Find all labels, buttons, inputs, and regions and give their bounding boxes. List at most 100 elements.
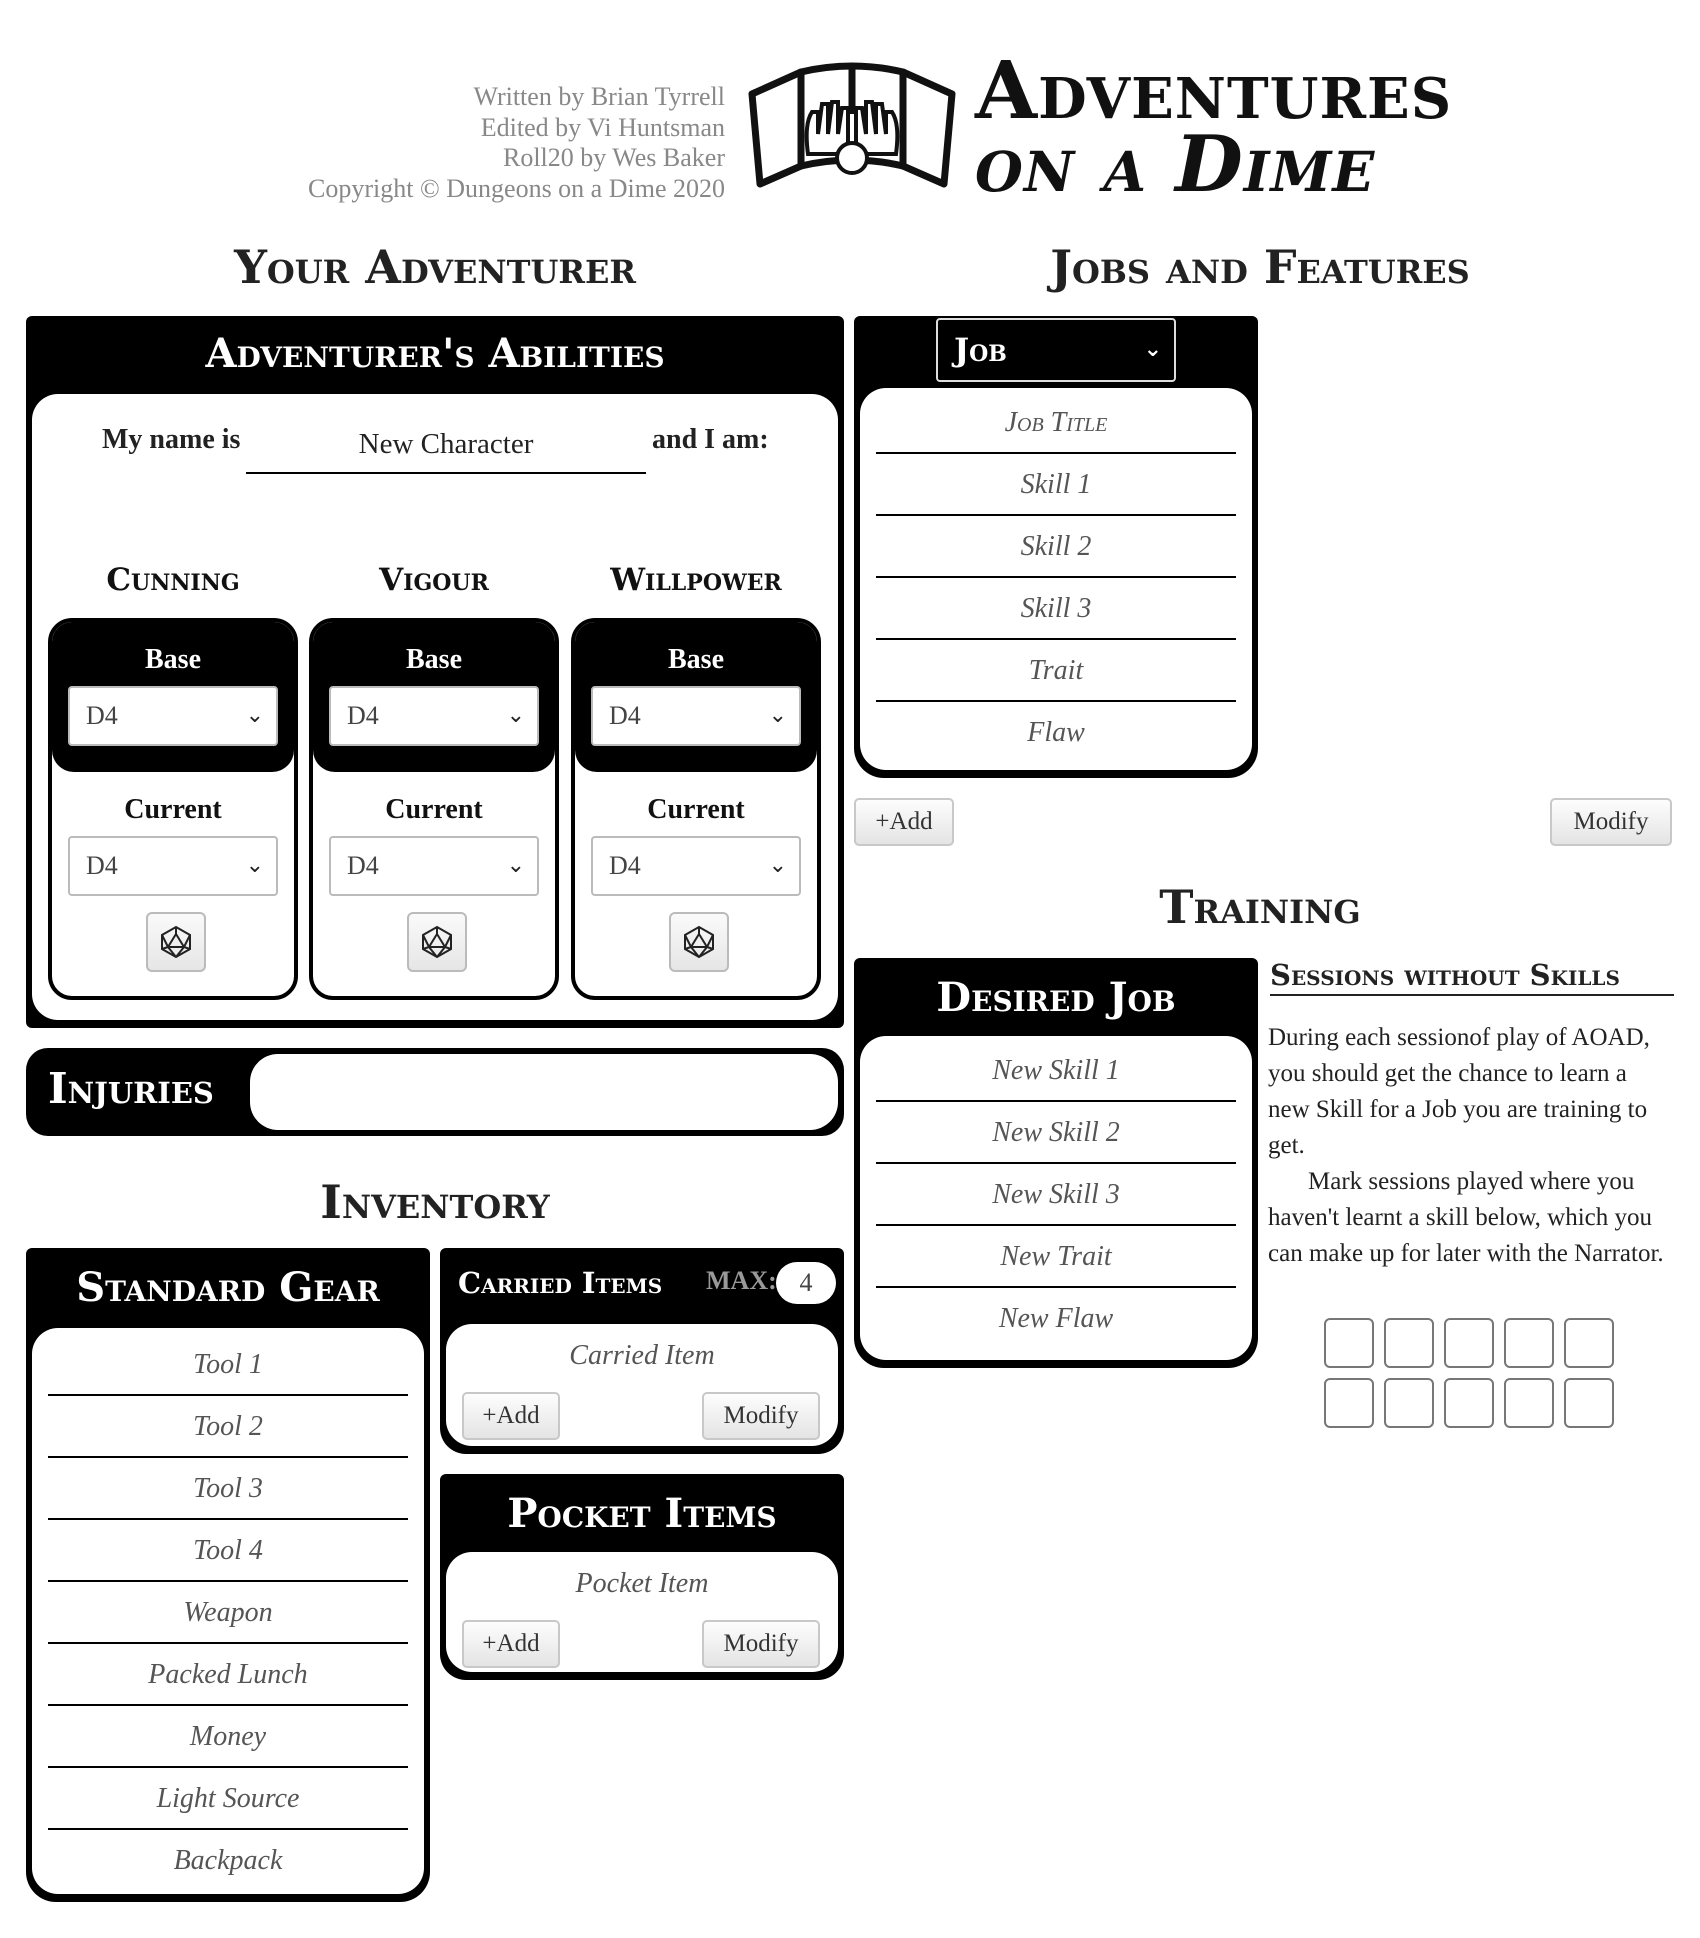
credit-line: Edited by Vi Huntsman xyxy=(480,112,725,142)
new-skill-row[interactable]: New Skill 1 xyxy=(876,1040,1236,1102)
gear-item[interactable]: Tool 1 xyxy=(48,1334,408,1396)
carried-items-panel: Carried Items MAX: 4 Carried Item +Add M… xyxy=(440,1248,844,1454)
job-skill-row[interactable]: Skill 2 xyxy=(876,516,1236,578)
job-skill-row[interactable]: Skill 3 xyxy=(876,578,1236,640)
gear-item[interactable]: Tool 2 xyxy=(48,1396,408,1458)
desired-job-list: New Skill 1 New Skill 2 New Skill 3 New … xyxy=(860,1036,1252,1360)
name-suffix: and I am: xyxy=(652,424,769,455)
gear-item[interactable]: Weapon xyxy=(48,1582,408,1644)
open-book-hands-icon xyxy=(746,54,958,194)
gear-item[interactable]: Backpack xyxy=(48,1830,408,1892)
chevron-down-icon: ⌄ xyxy=(768,703,787,728)
job-add-button[interactable]: +Add xyxy=(854,798,954,846)
job-select-value: Job xyxy=(954,331,1007,369)
job-select[interactable]: Job ⌄ xyxy=(936,318,1176,382)
carried-add-button[interactable]: +Add xyxy=(462,1392,560,1440)
brand-title: Adventures on a Dime xyxy=(975,50,1452,204)
job-list: Job Title Skill 1 Skill 2 Skill 3 Trait … xyxy=(860,388,1252,770)
session-checkbox[interactable] xyxy=(1564,1318,1614,1368)
injuries-label: Injuries xyxy=(48,1064,214,1113)
d20-icon xyxy=(161,925,191,959)
abilities-body: My name is New Character and I am: Cunni… xyxy=(32,394,838,1020)
max-carried-input[interactable]: 4 xyxy=(776,1262,836,1304)
willpower-roll-button[interactable] xyxy=(669,912,729,972)
gear-item[interactable]: Tool 3 xyxy=(48,1458,408,1520)
vigour-roll-button[interactable] xyxy=(407,912,467,972)
brand-line-1: Adventures xyxy=(975,43,1453,137)
standard-gear-panel: Standard Gear Tool 1 Tool 2 Tool 3 Tool … xyxy=(26,1248,430,1902)
abilities-panel: Adventurer's Abilities My name is New Ch… xyxy=(26,316,844,1028)
sessions-description: During each sessionof play of AOAD, you … xyxy=(1268,1020,1674,1272)
pocket-add-button[interactable]: +Add xyxy=(462,1620,560,1668)
chevron-down-icon: ⌄ xyxy=(506,853,525,878)
select-value: D4 xyxy=(609,851,641,880)
carried-item[interactable]: Carried Item xyxy=(446,1340,838,1372)
standard-gear-list: Tool 1 Tool 2 Tool 3 Tool 4 Weapon Packe… xyxy=(32,1328,424,1894)
job-trait-row[interactable]: Trait xyxy=(876,640,1236,702)
session-checkbox[interactable] xyxy=(1384,1318,1434,1368)
stat-title-cunning: Cunning xyxy=(106,562,240,598)
gear-item[interactable]: Packed Lunch xyxy=(48,1644,408,1706)
chevron-down-icon: ⌄ xyxy=(768,853,787,878)
credit-line: Roll20 by Wes Baker xyxy=(502,143,725,172)
carried-modify-button[interactable]: Modify xyxy=(702,1392,820,1440)
vigour-current-select[interactable]: D4 ⌄ xyxy=(329,836,539,896)
stat-card-vigour: Base D4 ⌄ Current D4 ⌄ xyxy=(309,618,559,1000)
session-checkbox[interactable] xyxy=(1564,1378,1614,1428)
vigour-base-select[interactable]: D4 ⌄ xyxy=(329,686,539,746)
new-flaw-row[interactable]: New Flaw xyxy=(876,1288,1236,1350)
session-checkbox[interactable] xyxy=(1324,1378,1374,1428)
job-modify-button[interactable]: Modify xyxy=(1550,798,1672,846)
session-checkbox[interactable] xyxy=(1324,1318,1374,1368)
pocket-items-title: Pocket Items xyxy=(507,1490,777,1537)
chevron-down-icon: ⌄ xyxy=(245,703,264,728)
brand-line-2: on a Dime xyxy=(975,119,1376,210)
new-skill-row[interactable]: New Skill 2 xyxy=(876,1102,1236,1164)
job-flaw-row[interactable]: Flaw xyxy=(876,702,1236,764)
pocket-item[interactable]: Pocket Item xyxy=(446,1568,838,1600)
stat-title-willpower: Willpower xyxy=(610,562,782,598)
abilities-panel-title: Adventurer's Abilities xyxy=(205,330,665,377)
name-prefix: My name is xyxy=(102,424,241,455)
session-checkbox[interactable] xyxy=(1504,1318,1554,1368)
gear-item[interactable]: Light Source xyxy=(48,1768,408,1830)
desired-job-title: Desired Job xyxy=(936,974,1176,1021)
new-trait-row[interactable]: New Trait xyxy=(876,1226,1236,1288)
injuries-input[interactable] xyxy=(250,1054,838,1130)
session-checkbox[interactable] xyxy=(1504,1378,1554,1428)
pocket-items-panel: Pocket Items Pocket Item +Add Modify xyxy=(440,1474,844,1680)
cunning-current-select[interactable]: D4 ⌄ xyxy=(68,836,278,896)
base-label: Base xyxy=(406,644,462,675)
gear-item[interactable]: Money xyxy=(48,1706,408,1768)
chevron-down-icon: ⌄ xyxy=(506,703,525,728)
select-value: D4 xyxy=(609,701,641,730)
chevron-down-icon: ⌄ xyxy=(1143,337,1162,362)
pocket-modify-button[interactable]: Modify xyxy=(702,1620,820,1668)
session-checkbox[interactable] xyxy=(1384,1378,1434,1428)
new-skill-row[interactable]: New Skill 3 xyxy=(876,1164,1236,1226)
select-value: D4 xyxy=(86,701,118,730)
session-checkbox[interactable] xyxy=(1444,1378,1494,1428)
willpower-base-select[interactable]: D4 ⌄ xyxy=(591,686,801,746)
standard-gear-title: Standard Gear xyxy=(76,1264,380,1311)
d20-icon xyxy=(684,925,714,959)
cunning-roll-button[interactable] xyxy=(146,912,206,972)
stat-card-willpower: Base D4 ⌄ Current D4 ⌄ xyxy=(571,618,821,1000)
job-skill-row[interactable]: Skill 1 xyxy=(876,454,1236,516)
current-label: Current xyxy=(385,794,483,825)
max-label: MAX: xyxy=(706,1266,777,1295)
base-label: Base xyxy=(145,644,201,675)
credit-line: Written by Brian Tyrrell xyxy=(473,82,725,111)
select-value: D4 xyxy=(86,851,118,880)
character-name-input[interactable]: New Character xyxy=(246,414,646,474)
credits: Written by Brian Tyrrell Edited by Vi Hu… xyxy=(205,82,725,204)
base-label: Base xyxy=(668,644,724,675)
session-checkbox[interactable] xyxy=(1444,1318,1494,1368)
willpower-current-select[interactable]: D4 ⌄ xyxy=(591,836,801,896)
job-title-row[interactable]: Job Title xyxy=(876,392,1236,454)
select-value: D4 xyxy=(347,851,379,880)
your-adventurer-title: Your Adventurer xyxy=(234,240,636,294)
gear-item[interactable]: Tool 4 xyxy=(48,1520,408,1582)
cunning-base-select[interactable]: D4 ⌄ xyxy=(68,686,278,746)
training-title: Training xyxy=(1159,880,1361,934)
